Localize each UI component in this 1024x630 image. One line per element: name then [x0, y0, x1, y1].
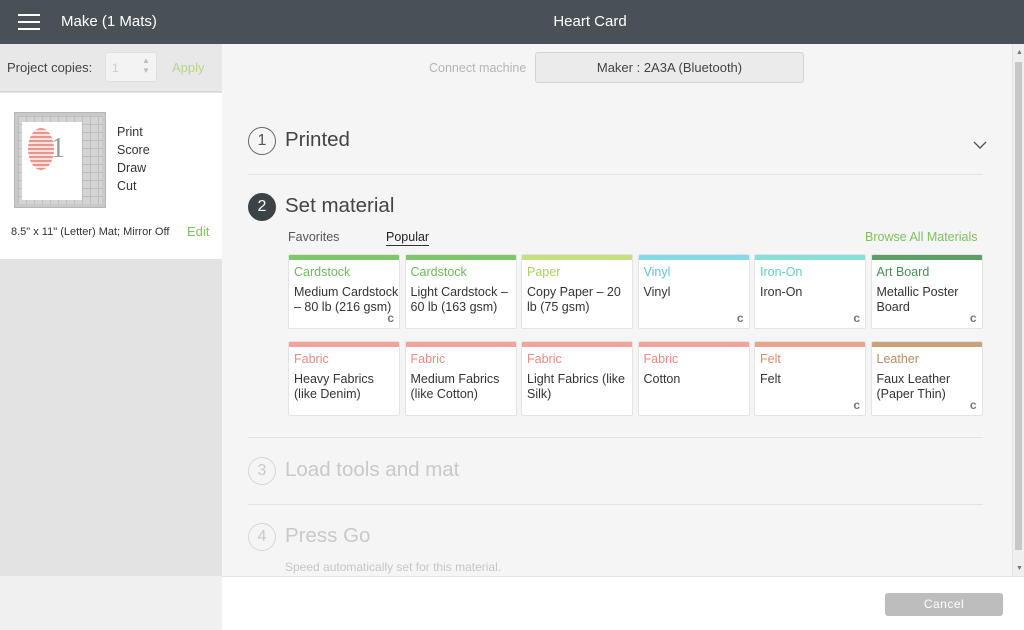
material-card[interactable]: Paper Copy Paper – 20 lb (75 gsm) [521, 254, 633, 329]
material-card[interactable]: Art Board Metallic Poster Board c [870, 254, 983, 329]
top-bar: Make (1 Mats) Heart Card [0, 0, 1024, 44]
mat-number: 1 [51, 133, 65, 164]
connect-machine-label: Connect machine [429, 61, 527, 75]
mat-description: 8.5" x 11" (Letter) Mat; Mirror Off [11, 226, 170, 238]
scrollbar-thumb[interactable] [1015, 62, 1022, 550]
material-name: Copy Paper – 20 lb (75 gsm) [527, 285, 621, 314]
material-color-stripe [289, 342, 399, 347]
material-card[interactable]: Cardstock Light Cardstock – 60 lb (163 gs… [404, 254, 517, 329]
material-color-stripe [871, 342, 982, 347]
material-color-stripe [405, 342, 516, 347]
main-scrollbar[interactable]: ▲ ▼ [1012, 44, 1024, 576]
step-4-number: 4 [248, 523, 276, 551]
step-divider [248, 437, 983, 438]
operation-cut: Cut [117, 179, 137, 193]
material-card[interactable]: Fabric Light Fabrics (like Silk) [521, 341, 633, 416]
material-card[interactable]: Fabric Heavy Fabrics (like Denim) [288, 341, 400, 416]
material-card[interactable]: Fabric Cotton [637, 341, 750, 416]
scroll-up-arrow-icon[interactable]: ▲ [1016, 49, 1023, 56]
material-category: Fabric [643, 352, 679, 366]
material-color-stripe [522, 342, 632, 347]
material-category: Leather [876, 352, 919, 366]
material-card[interactable]: Felt Felt c [754, 341, 866, 416]
cricut-material-icon: c [969, 311, 977, 325]
material-name: Cotton [643, 372, 681, 386]
material-card[interactable]: Iron-On Iron-On c [754, 254, 866, 329]
apply-button[interactable]: Apply [172, 60, 205, 75]
project-title: Heart Card [553, 13, 627, 30]
mat-preview[interactable]: 1 [14, 112, 106, 208]
step-2-title: Set material [285, 194, 395, 217]
material-card[interactable]: Leather Faux Leather (Paper Thin) c [870, 341, 983, 416]
cricut-material-icon: c [853, 311, 860, 325]
material-color-stripe [405, 255, 516, 260]
material-color-stripe [522, 255, 632, 260]
scroll-down-arrow-icon[interactable]: ▼ [1016, 565, 1023, 572]
material-category: Art Board [876, 265, 930, 279]
copies-stepper-icon[interactable]: ▲ ▼ [139, 56, 153, 78]
material-card[interactable]: Vinyl Vinyl c [637, 254, 750, 329]
material-category: Felt [760, 352, 781, 366]
machine-select-button[interactable]: Maker : 2A3A (Bluetooth) [535, 52, 804, 83]
cricut-material-icon: c [736, 311, 744, 325]
material-card[interactable]: Fabric Medium Fabrics (like Cotton) [404, 341, 517, 416]
sidebar-footer [0, 576, 222, 630]
step-1-number: 1 [248, 127, 276, 155]
project-copies-label: Project copies: [7, 60, 93, 75]
material-color-stripe [638, 342, 749, 347]
operation-draw: Draw [117, 161, 147, 175]
cricut-material-icon: c [969, 398, 977, 412]
cricut-material-icon: c [387, 311, 394, 325]
material-name: Vinyl [643, 285, 671, 299]
mat-operations: Print Score Draw Cut [117, 123, 150, 195]
mat-panel: 1 Print Score Draw Cut 8.5" x 11" (Lette… [0, 93, 222, 259]
material-category: Paper [527, 265, 561, 279]
material-category: Vinyl [643, 265, 671, 279]
material-category: Cardstock [410, 265, 467, 279]
material-color-stripe [755, 255, 865, 260]
material-name: Felt [760, 372, 781, 386]
make-main-panel: Connect machine Maker : 2A3A (Bluetooth)… [222, 44, 1012, 576]
step-3-title: Load tools and mat [285, 458, 460, 481]
step-4-title: Press Go [285, 524, 371, 547]
tab-favorites[interactable]: Favorites [288, 230, 339, 244]
material-name: Medium Fabrics (like Cotton) [410, 372, 500, 401]
mat-sidebar: Project copies: 1 ▲ ▼ Apply 1 Print Score… [0, 44, 222, 576]
material-category: Cardstock [294, 265, 351, 279]
material-name: Medium Cardstock – 80 lb (216 gsm) [294, 285, 399, 314]
project-copies-value: 1 [112, 61, 119, 75]
material-category: Fabric [527, 352, 562, 366]
operation-score: Score [117, 143, 150, 157]
material-name: Faux Leather (Paper Thin) [876, 372, 951, 401]
step-divider [248, 174, 983, 175]
tab-popular[interactable]: Popular [386, 230, 430, 246]
material-name: Metallic Poster Board [876, 285, 959, 314]
edit-mat-button[interactable]: Edit [187, 224, 209, 239]
project-copies-input[interactable]: 1 ▲ ▼ [105, 52, 157, 82]
step-3-number: 3 [248, 457, 276, 485]
material-category: Fabric [294, 352, 329, 366]
material-name: Light Fabrics (like Silk) [527, 372, 625, 401]
material-name: Heavy Fabrics (like Denim) [294, 372, 374, 401]
material-category: Fabric [410, 352, 446, 366]
browse-all-materials-link[interactable]: Browse All Materials [865, 230, 978, 244]
material-color-stripe [871, 255, 982, 260]
operation-print: Print [117, 125, 143, 139]
footer-bar: Cancel [222, 576, 1024, 630]
project-copies-row: Project copies: 1 ▲ ▼ Apply [0, 44, 222, 92]
material-category: Iron-On [760, 265, 803, 279]
material-color-stripe [638, 255, 749, 260]
step-1-title: Printed [285, 128, 350, 151]
material-color-stripe [755, 342, 865, 347]
step-2-number: 2 [248, 193, 276, 221]
material-name: Light Cardstock – 60 lb (163 gsm) [410, 285, 508, 314]
cricut-material-icon: c [853, 398, 860, 412]
step-divider [248, 504, 983, 505]
speed-note: Speed automatically set for this materia… [285, 560, 502, 574]
material-color-stripe [289, 255, 399, 260]
cancel-button[interactable]: Cancel [885, 593, 1003, 616]
material-name: Iron-On [760, 285, 803, 299]
chevron-down-icon[interactable] [973, 138, 987, 152]
material-card[interactable]: Cardstock Medium Cardstock – 80 lb (216 g… [288, 254, 400, 329]
